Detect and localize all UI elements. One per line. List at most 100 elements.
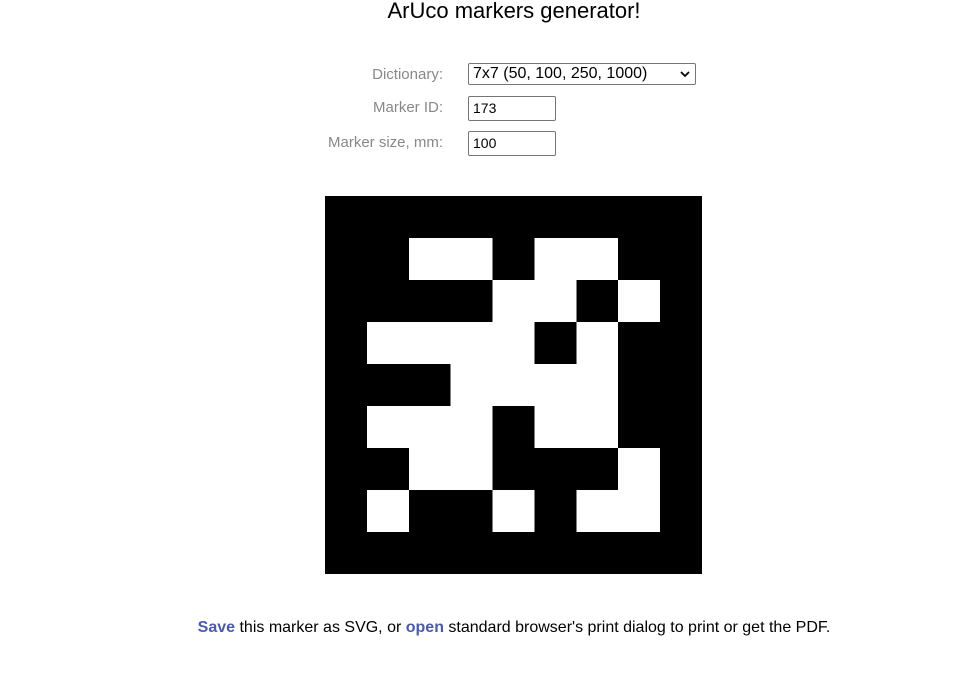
marker-cell xyxy=(576,322,620,365)
marker-cell xyxy=(660,448,702,491)
marker-cell xyxy=(408,490,452,533)
marker-cell xyxy=(366,238,410,281)
marker-cell xyxy=(325,490,368,533)
marker-cell xyxy=(618,238,661,281)
marker-cell xyxy=(325,532,368,574)
marker-cell xyxy=(576,532,620,574)
marker-cell xyxy=(366,364,410,407)
marker-cell xyxy=(325,406,368,449)
marker-cell xyxy=(450,532,494,574)
chevron-down-icon xyxy=(680,71,690,78)
dictionary-select-value: 7x7 (50, 100, 250, 1000) xyxy=(473,65,648,82)
marker-id-input[interactable]: 173 xyxy=(468,96,556,121)
marker-cell xyxy=(660,196,702,239)
marker-cell xyxy=(534,280,578,323)
open-print-link[interactable]: open xyxy=(406,619,444,636)
marker-size-input[interactable]: 100 xyxy=(468,131,556,156)
marker-id-label: Marker ID: xyxy=(372,99,443,116)
save-link[interactable]: Save xyxy=(198,619,235,636)
marker-cell xyxy=(534,364,578,407)
marker-cell xyxy=(492,448,536,491)
marker-cell xyxy=(408,280,452,323)
marker-cell xyxy=(325,364,368,407)
marker-cell xyxy=(492,406,536,449)
marker-cell xyxy=(576,406,620,449)
marker-cell xyxy=(660,322,702,365)
footer-text: Save this marker as SVG, or open standar… xyxy=(0,619,968,637)
marker-cell xyxy=(618,322,661,365)
marker-cell xyxy=(325,448,368,491)
marker-cell xyxy=(618,364,661,407)
marker-cell xyxy=(366,406,410,449)
marker-cell xyxy=(618,532,661,574)
page-title: ArUco markers generator! xyxy=(387,0,641,23)
marker-cell xyxy=(534,448,578,491)
marker-cell xyxy=(492,532,536,574)
aruco-marker-image xyxy=(325,196,702,574)
marker-cell xyxy=(492,280,536,323)
marker-id-row: Marker ID: 173 xyxy=(0,96,968,121)
marker-cell xyxy=(618,490,661,533)
marker-cell xyxy=(660,490,702,533)
aruco-marker xyxy=(325,196,702,574)
marker-cell xyxy=(534,238,578,281)
marker-cell xyxy=(576,364,620,407)
marker-cell xyxy=(450,448,494,491)
marker-size-label: Marker size, mm: xyxy=(327,134,443,151)
marker-cell xyxy=(408,196,452,239)
marker-cell xyxy=(492,490,536,533)
dictionary-label: Dictionary: xyxy=(372,66,443,83)
marker-cell xyxy=(534,490,578,533)
marker-cell xyxy=(576,490,620,533)
marker-cell xyxy=(450,364,494,407)
marker-cell xyxy=(450,196,494,239)
marker-cell xyxy=(534,406,578,449)
marker-cell xyxy=(576,196,620,239)
marker-cell xyxy=(618,406,661,449)
marker-cell xyxy=(576,280,620,323)
marker-cell xyxy=(408,406,452,449)
marker-cell xyxy=(450,280,494,323)
marker-cell xyxy=(408,322,452,365)
marker-cell xyxy=(492,364,536,407)
marker-cell xyxy=(492,322,536,365)
marker-cell xyxy=(534,196,578,239)
marker-cell xyxy=(492,238,536,281)
marker-cell xyxy=(325,238,368,281)
marker-cell xyxy=(618,280,661,323)
marker-cell xyxy=(366,532,410,574)
marker-cell xyxy=(366,196,410,239)
marker-cell xyxy=(660,406,702,449)
marker-cell xyxy=(408,532,452,574)
marker-cell xyxy=(534,532,578,574)
marker-cell xyxy=(450,322,494,365)
marker-cell xyxy=(660,238,702,281)
marker-cell xyxy=(366,490,410,533)
marker-cell xyxy=(366,280,410,323)
marker-cell xyxy=(492,196,536,239)
marker-cell xyxy=(408,448,452,491)
marker-cell xyxy=(450,238,494,281)
marker-cell xyxy=(366,322,410,365)
marker-cell xyxy=(576,448,620,491)
marker-cell xyxy=(325,196,368,239)
marker-cell xyxy=(660,532,702,574)
marker-cell xyxy=(534,322,578,365)
marker-cell xyxy=(325,322,368,365)
marker-cell xyxy=(450,490,494,533)
dictionary-select[interactable]: 7x7 (50, 100, 250, 1000) xyxy=(468,63,696,85)
marker-cell xyxy=(450,406,494,449)
marker-cell xyxy=(325,280,368,323)
marker-size-row: Marker size, mm: 100 xyxy=(0,131,968,156)
marker-cell xyxy=(618,196,661,239)
footer-text-1: this marker as SVG, or xyxy=(235,619,406,636)
marker-cell xyxy=(576,238,620,281)
marker-cell xyxy=(618,448,661,491)
marker-cell xyxy=(408,364,452,407)
dictionary-row: Dictionary: 7x7 (50, 100, 250, 1000) xyxy=(0,63,968,87)
marker-cell xyxy=(660,280,702,323)
marker-cell xyxy=(408,238,452,281)
marker-cell xyxy=(660,364,702,407)
marker-cell xyxy=(366,448,410,491)
footer-text-2: standard browser's print dialog to print… xyxy=(443,619,831,636)
